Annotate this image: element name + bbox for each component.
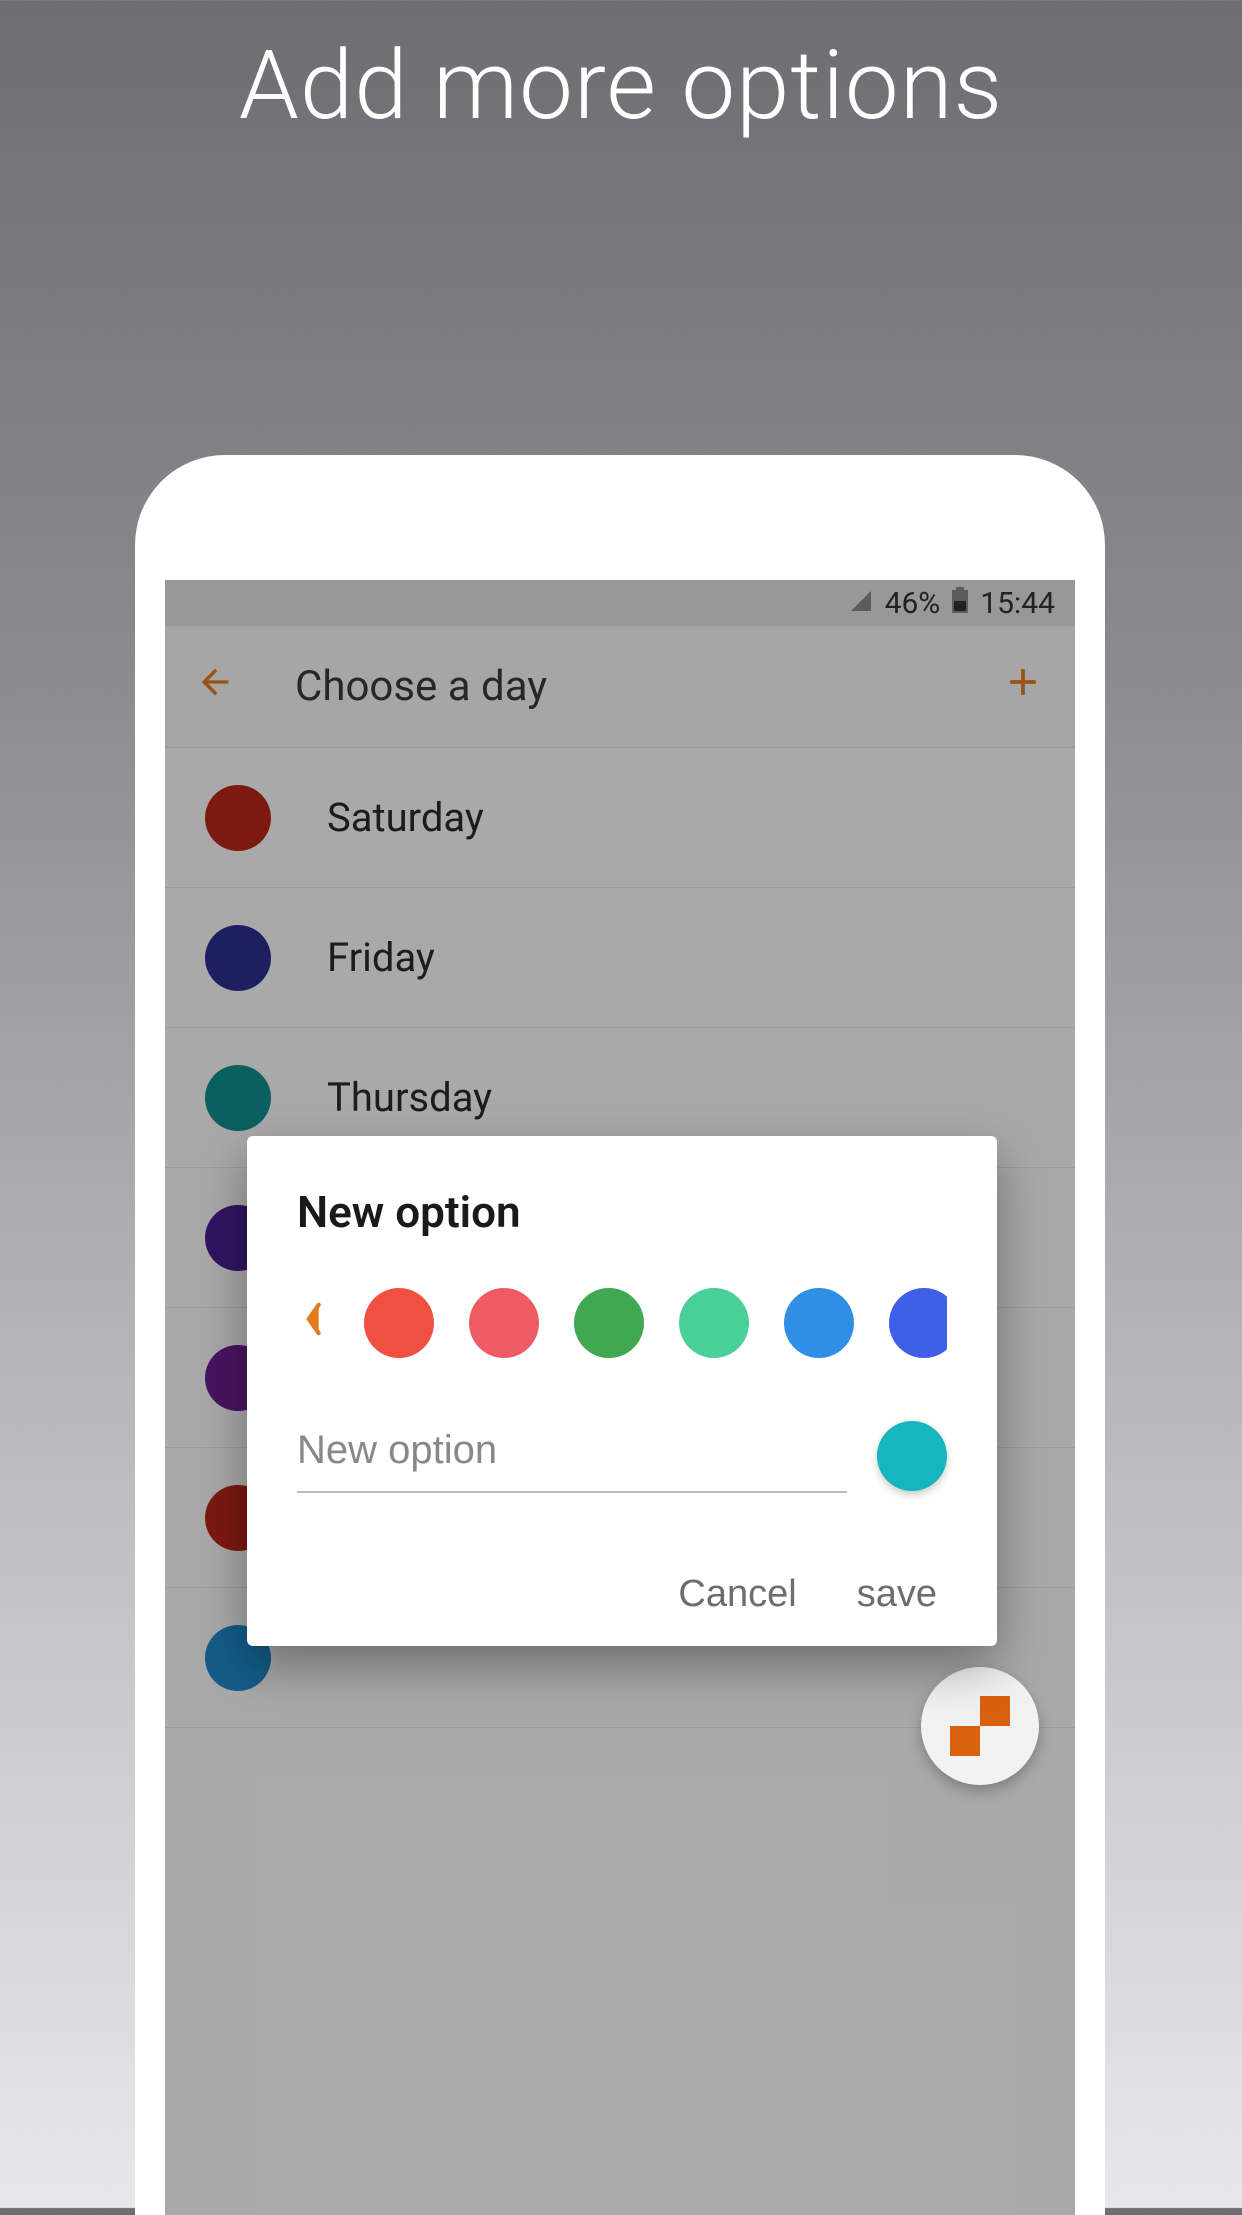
selected-color-dot[interactable] — [877, 1421, 947, 1491]
phone-screen: 46% 15:44 Choose a day Saturday Friday — [165, 580, 1075, 2215]
promo-title: Add more options — [0, 0, 1242, 142]
new-option-dialog: New option Cancel save — [247, 1136, 997, 1646]
chevron-left-icon[interactable] — [297, 1302, 329, 1345]
color-swatch[interactable] — [784, 1288, 854, 1358]
input-row — [297, 1418, 947, 1493]
fab-button[interactable] — [921, 1667, 1039, 1785]
pinwheel-icon — [950, 1696, 1010, 1756]
option-name-input[interactable] — [297, 1418, 847, 1493]
color-swatch[interactable] — [364, 1288, 434, 1358]
color-swatch[interactable] — [574, 1288, 644, 1358]
save-button[interactable]: save — [857, 1573, 937, 1616]
phone-frame: 46% 15:44 Choose a day Saturday Friday — [135, 455, 1105, 2215]
color-swatch[interactable] — [469, 1288, 539, 1358]
color-swatch[interactable] — [679, 1288, 749, 1358]
color-swatch[interactable] — [889, 1288, 947, 1358]
dialog-actions: Cancel save — [297, 1573, 947, 1616]
color-picker-row — [297, 1288, 947, 1358]
cancel-button[interactable]: Cancel — [678, 1573, 796, 1616]
dialog-title: New option — [297, 1186, 947, 1238]
